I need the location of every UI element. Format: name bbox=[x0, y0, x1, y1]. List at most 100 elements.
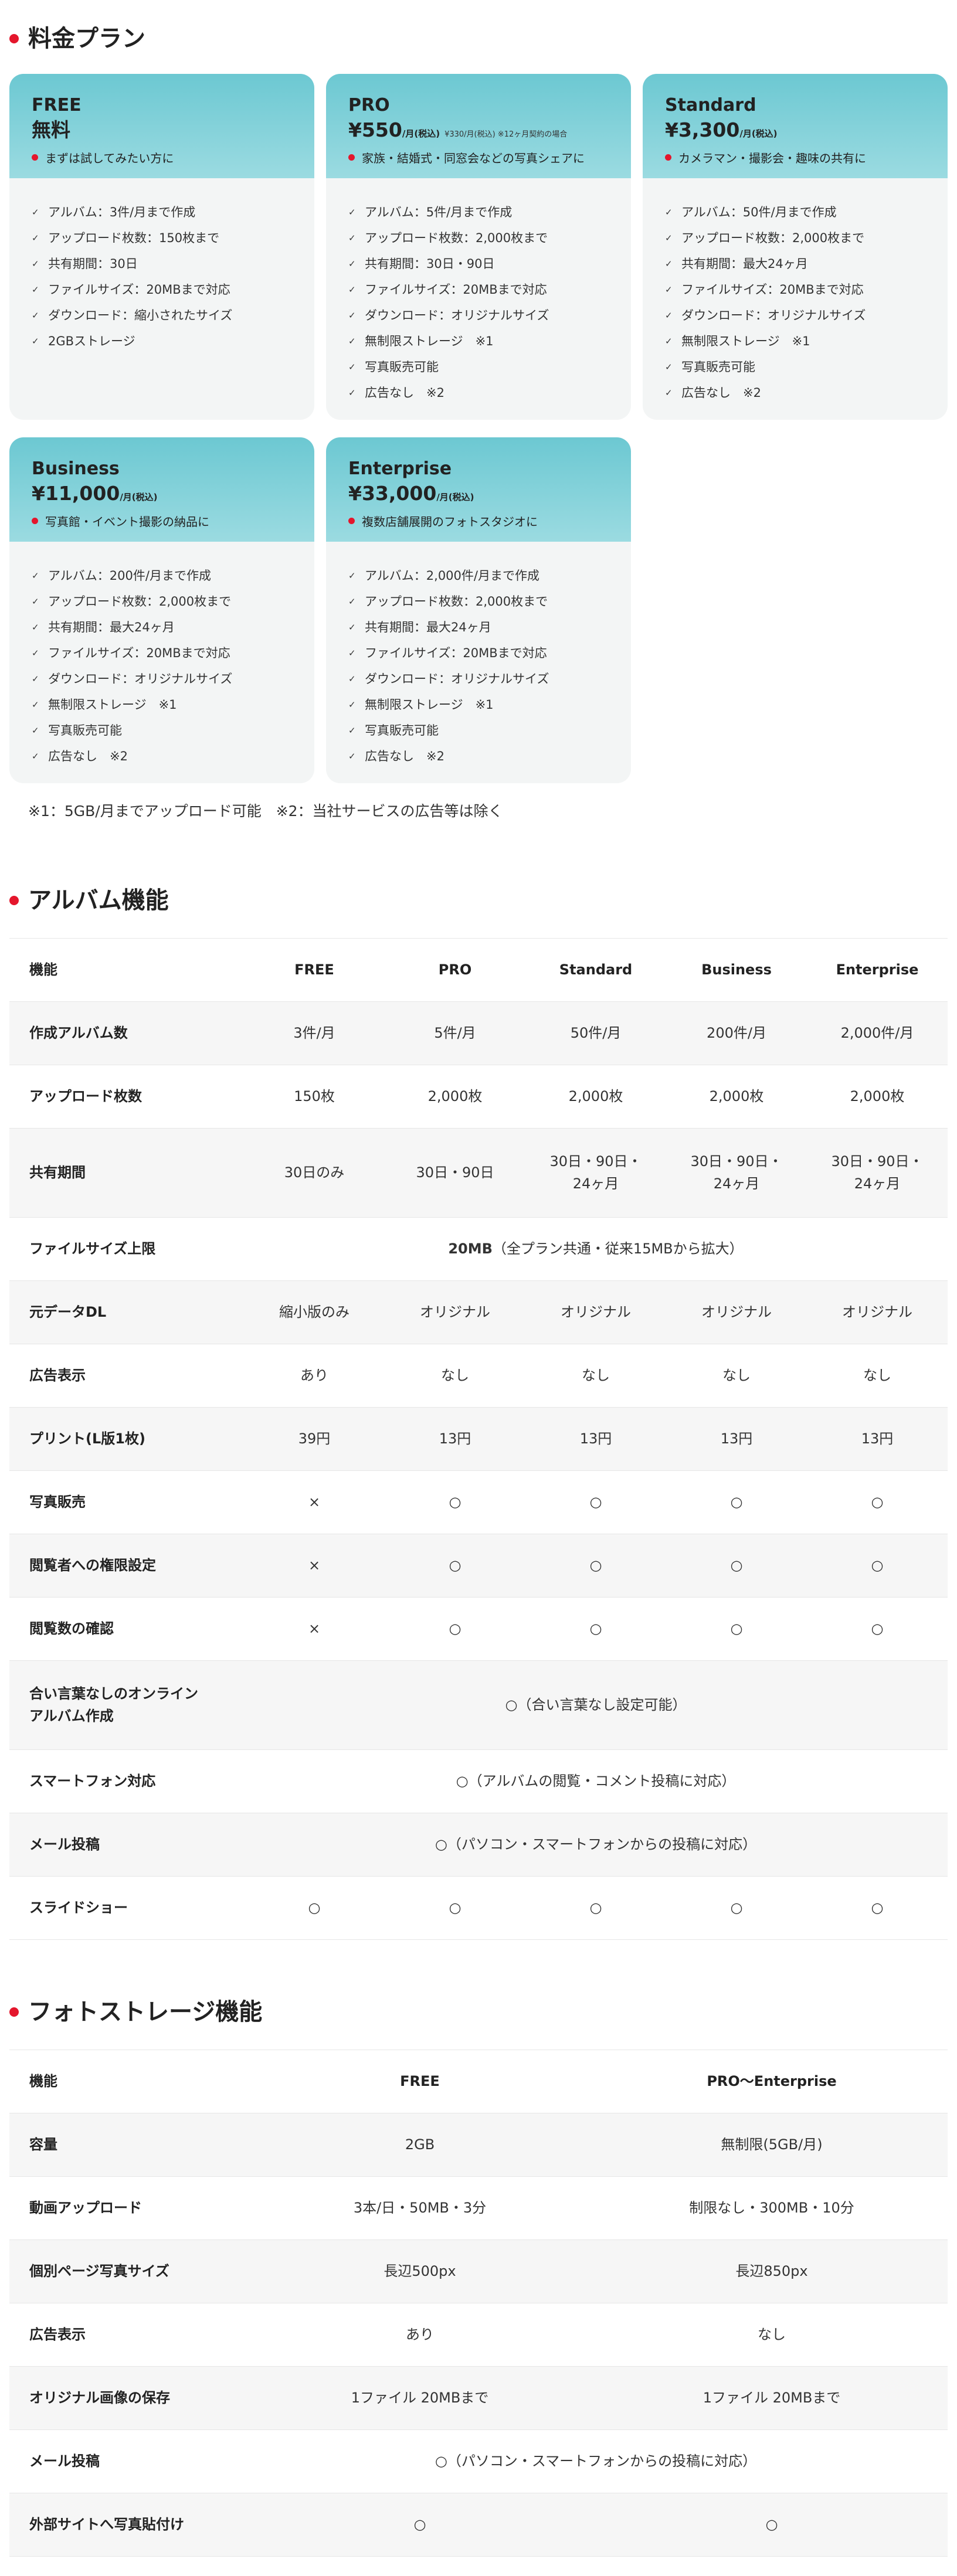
plan-feature: ✓ ファイルサイズ：20MBまで対応 bbox=[348, 277, 609, 303]
circle-mark: ○ bbox=[525, 1597, 666, 1661]
row-label: メール投稿 bbox=[9, 1813, 244, 1877]
plan-feature: ✓ アップロード枚数：2,000枚まで bbox=[348, 225, 609, 251]
check-icon: ✓ bbox=[32, 310, 39, 321]
plan-feature: ✓ ファイルサイズ：20MBまで対応 bbox=[32, 277, 292, 303]
table-cell: あり bbox=[244, 1344, 385, 1408]
check-icon: ✓ bbox=[348, 570, 356, 581]
file-size-note: （全プラン共通・従来15MBから拡大） bbox=[492, 1240, 744, 1257]
plan-tagline: カメラマン・撮影会・趣味の共有に bbox=[665, 149, 925, 166]
pricing-footnote: ※1：5GB/月までアップロード可能 ※2：当社サービスの広告等は除く bbox=[28, 803, 503, 820]
table-row: スライドショー ○ ○ ○ ○ ○ bbox=[9, 1876, 948, 1940]
plan-feature: ✓ アルバム：50件/月まで作成 bbox=[665, 199, 925, 225]
plan-feature-list: ✓ アルバム：3件/月まで作成 ✓ アップロード枚数：150枚まで ✓ 共有期間：30… bbox=[9, 178, 314, 378]
plan-feature-text: ファイルサイズ：20MBまで対応 bbox=[48, 646, 230, 660]
plan-feature: ✓ アップロード枚数：150枚まで bbox=[32, 225, 292, 251]
table-cell: 縮小版のみ bbox=[244, 1280, 385, 1344]
table-cell: 1ファイル 20MBまで bbox=[244, 2366, 596, 2430]
table-header-cell: Enterprise bbox=[807, 938, 948, 1002]
table-row: 動画アップロード 3本/日・50MB・3分 制限なし・300MB・10分 bbox=[9, 2176, 948, 2240]
circle-mark: ○ bbox=[807, 1876, 948, 1940]
table-cell: 50件/月 bbox=[525, 1001, 666, 1065]
bullet-dot-icon bbox=[9, 34, 19, 43]
check-icon: ✓ bbox=[32, 699, 39, 710]
row-label: 外部サイトへ写真貼付け bbox=[9, 2493, 244, 2557]
plan-feature: ✓ ダウンロード：オリジナルサイズ bbox=[32, 666, 292, 692]
plan-feature: ✓ 共有期間：30日・90日 bbox=[348, 251, 609, 277]
plan-feature-text: ダウンロード：縮小されたサイズ bbox=[48, 308, 233, 322]
table-header-row: 機能 FREE PRO〜Enterprise bbox=[9, 2050, 948, 2113]
check-icon: ✓ bbox=[665, 362, 673, 372]
check-icon: ✓ bbox=[348, 310, 356, 321]
plan-price-value: 無料 bbox=[32, 118, 70, 141]
check-icon: ✓ bbox=[348, 207, 356, 218]
row-label: 合い言葉なしのオンラインアルバム作成 bbox=[9, 1660, 244, 1750]
row-label: プリント(L版1枚) bbox=[9, 1407, 244, 1471]
row-label: 共有期間 bbox=[9, 1128, 244, 1218]
plan-tagline-text: 複数店舗展開のフォトスタジオに bbox=[362, 514, 538, 529]
plan-card-header: FREE 無料 まずは試してみたい方に bbox=[9, 74, 314, 178]
plan-feature: ✓ ダウンロード：縮小されたサイズ bbox=[32, 303, 292, 328]
plan-tagline: 写真館・イベント撮影の納品に bbox=[32, 512, 292, 529]
plan-feature-text: 写真販売可能 bbox=[365, 360, 439, 374]
row-label: 元データDL bbox=[9, 1280, 244, 1344]
plan-card-header: Standard ¥3,300/月(税込) カメラマン・撮影会・趣味の共有に bbox=[643, 74, 948, 178]
plan-feature-text: ダウンロード：オリジナルサイズ bbox=[365, 308, 549, 322]
table-cell: 2GB bbox=[244, 2113, 596, 2177]
table-row: 個別ページ写真サイズ 長辺500px 長辺850px bbox=[9, 2239, 948, 2303]
table-cell: なし bbox=[666, 1344, 807, 1408]
table-row: 外部サイトへ写真貼付け ○ ○ bbox=[9, 2493, 948, 2557]
table-row: メール投稿 ○（パソコン・スマートフォンからの投稿に対応） bbox=[9, 2429, 948, 2493]
plan-feature: ✓ ファイルサイズ：20MBまで対応 bbox=[348, 640, 609, 666]
check-icon: ✓ bbox=[665, 284, 673, 295]
plan-feature-text: 無制限ストレージ ※1 bbox=[365, 698, 494, 712]
plan-tagline-text: 写真館・イベント撮影の納品に bbox=[45, 514, 209, 529]
check-icon: ✓ bbox=[665, 336, 673, 346]
plan-card-pro: PRO ¥550/月(税込) ¥330/月(税込) ※12ヶ月契約の場合 家族・結… bbox=[326, 74, 631, 420]
table-header-cell: FREE bbox=[244, 938, 385, 1002]
table-cell: 13円 bbox=[525, 1407, 666, 1471]
table-cell: 200件/月 bbox=[666, 1001, 807, 1065]
table-cell: オリジナル bbox=[385, 1280, 525, 1344]
check-icon: ✓ bbox=[32, 622, 39, 633]
plan-tagline-text: まずは試してみたい方に bbox=[45, 151, 174, 165]
plan-feature-text: ファイルサイズ：20MBまで対応 bbox=[365, 646, 547, 660]
circle-mark: ○ bbox=[385, 1876, 525, 1940]
plan-price-unit: /月(税込) bbox=[402, 128, 440, 139]
cross-mark: × bbox=[244, 1470, 385, 1534]
plan-name: Standard bbox=[665, 95, 756, 115]
check-icon: ✓ bbox=[32, 648, 39, 658]
table-cell: 無制限(5GB/月) bbox=[596, 2113, 948, 2177]
table-row: 広告表示 あり なし なし なし なし bbox=[9, 1344, 948, 1408]
table-cell: なし bbox=[807, 1344, 948, 1408]
check-icon: ✓ bbox=[665, 207, 673, 218]
table-cell: 1ファイル 20MBまで bbox=[596, 2366, 948, 2430]
plan-feature-text: アルバム：50件/月まで作成 bbox=[681, 205, 837, 219]
check-icon: ✓ bbox=[665, 310, 673, 321]
check-icon: ✓ bbox=[32, 233, 39, 243]
table-cell: オリジナル bbox=[666, 1280, 807, 1344]
table-cell: 長辺500px bbox=[244, 2239, 596, 2303]
bullet-dot-icon bbox=[9, 896, 19, 905]
table-cell: 2,000件/月 bbox=[807, 1001, 948, 1065]
plan-feature-list: ✓ アルバム：2,000件/月まで作成 ✓ アップロード枚数：2,000枚まで ✓ 共… bbox=[326, 542, 631, 783]
pricing-section-title: 料金プラン bbox=[9, 27, 145, 50]
plan-feature: ✓ ファイルサイズ：20MBまで対応 bbox=[665, 277, 925, 303]
plan-feature-text: アップロード枚数：2,000枚まで bbox=[365, 231, 548, 245]
plan-feature: ✓ ダウンロード：オリジナルサイズ bbox=[665, 303, 925, 328]
plan-price-unit: /月(税込) bbox=[120, 492, 158, 502]
row-label: 作成アルバム数 bbox=[9, 1001, 244, 1065]
table-row: 閲覧者への権限設定 × ○ ○ ○ ○ bbox=[9, 1534, 948, 1598]
plan-feature: ✓ 共有期間：30日 bbox=[32, 251, 292, 277]
check-icon: ✓ bbox=[348, 674, 356, 684]
table-cell: 3本/日・50MB・3分 bbox=[244, 2176, 596, 2240]
check-icon: ✓ bbox=[348, 648, 356, 658]
table-cell: 150枚 bbox=[244, 1065, 385, 1129]
plan-feature-text: 広告なし ※2 bbox=[48, 749, 128, 763]
album-title: アルバム機能 bbox=[28, 887, 169, 914]
plan-feature: ✓ 写真販売可能 bbox=[348, 718, 609, 743]
table-cell: 5件/月 bbox=[385, 1001, 525, 1065]
table-cell: 13円 bbox=[807, 1407, 948, 1471]
plan-price-value: ¥3,300 bbox=[665, 118, 740, 141]
check-icon: ✓ bbox=[348, 699, 356, 710]
plan-feature: ✓ 広告なし ※2 bbox=[32, 743, 292, 769]
